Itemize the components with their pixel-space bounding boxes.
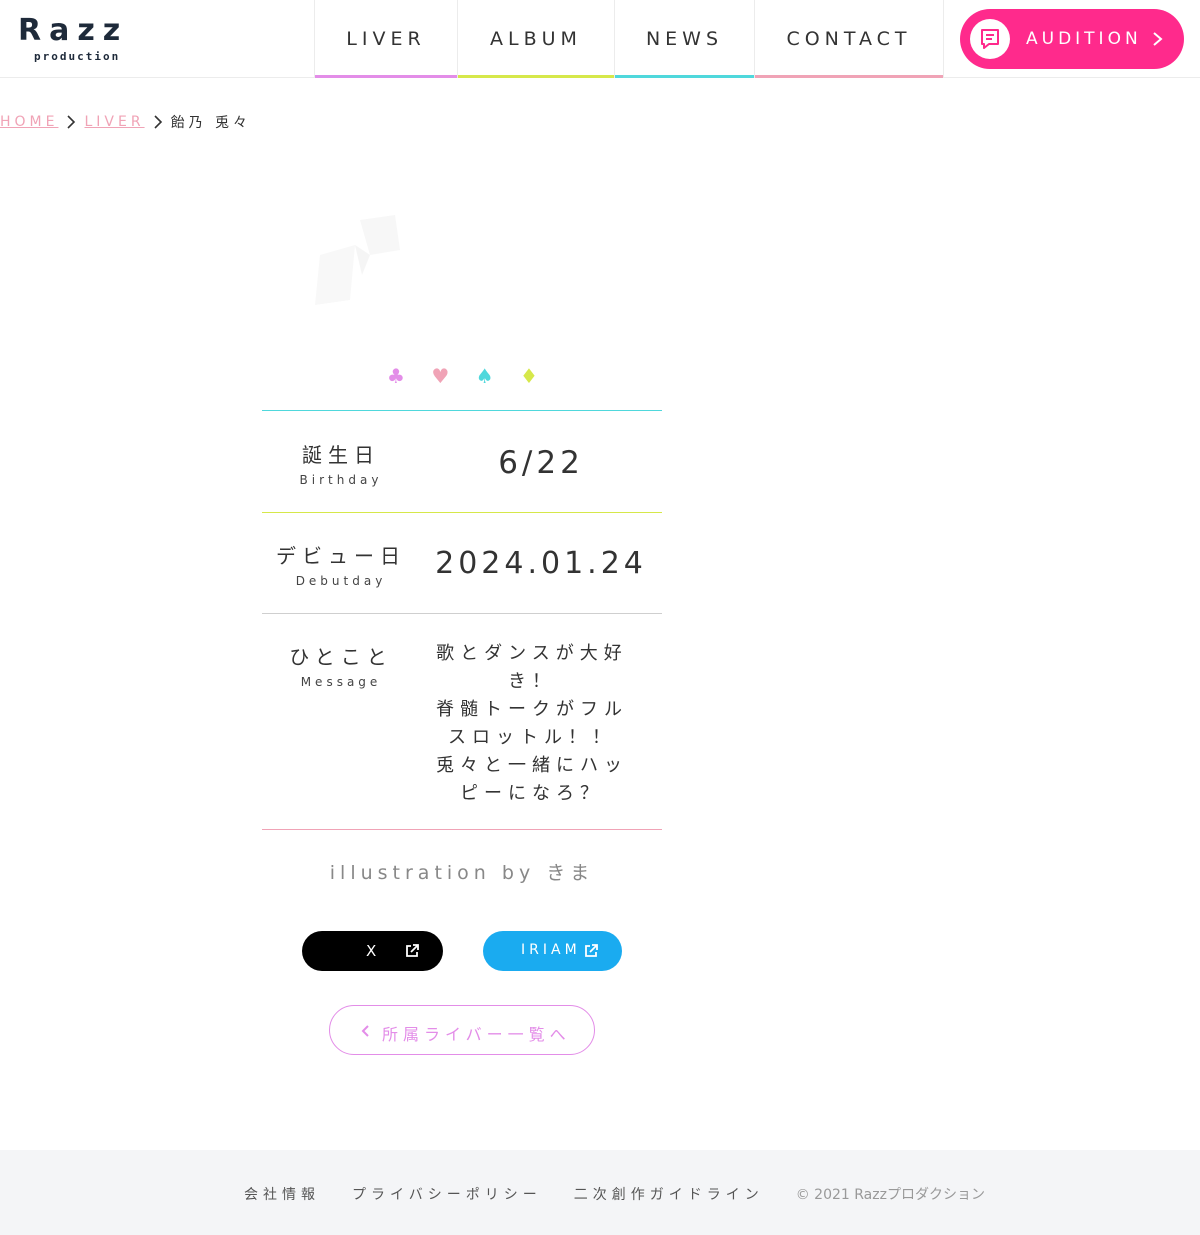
nav-contact[interactable]: CONTACT [755,0,944,78]
main-nav: LIVER ALBUM NEWS CONTACT [314,0,944,78]
debut-value: 2024.01.24 [435,546,647,581]
external-link-icon [585,944,598,957]
breadcrumb: HOME LIVER 飴乃 兎々 [0,112,251,132]
back-to-liver-list-button[interactable]: 所属ライバー一覧へ [329,1005,595,1055]
breadcrumb-liver[interactable]: LIVER [84,114,144,130]
club-icon: ♣ [387,364,405,388]
profile-table: 誕生日 Birthday 6/22 デビュー日 Debutday 2024.01… [262,410,662,830]
diamond-icon: ♦ [520,364,538,388]
chevron-right-icon [154,115,162,129]
illustration-credit: illustration by きま [329,862,595,884]
iriam-link-button[interactable]: IRIAM [483,931,622,971]
logo-subtext: production [34,50,121,63]
footer-links: 会社情報 プライバシーポリシー 二次創作ガイドライン © 2021 Razzプロ… [244,1184,985,1204]
message-value: 歌とダンスが大好き！ 脊髄トークがフルスロットル！！ 兎々と一緒にハッピーになろ… [436,643,628,804]
back-button-label: 所属ライバー一覧へ [382,1025,571,1044]
nav-news[interactable]: NEWS [615,0,755,78]
nav-liver[interactable]: LIVER [315,0,458,78]
razz-logo[interactable]: Razz production [18,14,136,66]
nav-album[interactable]: ALBUM [458,0,615,78]
message-label: ひとこと [289,645,393,669]
birthday-label: 誕生日 [302,443,380,467]
logo-text: Razz [18,13,129,48]
birthday-row: 誕生日 Birthday 6/22 [262,410,662,512]
suit-decoration: ♣ ♥ ♠ ♦ [380,362,545,390]
iriam-label: IRIAM [521,942,581,958]
spade-icon: ♠ [475,364,494,388]
footer-link-privacy[interactable]: プライバシーポリシー [352,1184,542,1204]
audition-label: AUDITION [1026,29,1142,49]
debut-row: デビュー日 Debutday 2024.01.24 [262,512,662,613]
message-row: ひとこと Message 歌とダンスが大好き！ 脊髄トークがフルスロットル！！ … [262,613,662,830]
external-link-icon [406,944,419,957]
breadcrumb-current: 飴乃 兎々 [170,115,252,131]
chevron-right-icon [67,115,76,129]
heart-icon: ♥ [431,364,450,388]
birthday-value: 6/22 [498,445,584,481]
liver-portrait-image [315,215,400,305]
chevron-right-icon [1153,32,1163,46]
footer-link-company[interactable]: 会社情報 [244,1184,320,1204]
audition-button[interactable]: AUDITION [960,9,1184,69]
chat-icon [970,19,1010,59]
chevron-left-icon [361,1025,369,1037]
birthday-label-en: Birthday [299,473,383,487]
site-header: Razz production LIVER ALBUM NEWS CONTACT… [0,0,1200,78]
message-label-en: Message [300,675,382,689]
footer-link-guideline[interactable]: 二次創作ガイドライン [574,1184,764,1204]
x-link-button[interactable]: X [302,931,443,971]
site-footer: 会社情報 プライバシーポリシー 二次創作ガイドライン © 2021 Razzプロ… [0,1150,1200,1235]
copyright: © 2021 Razzプロダクション [795,1187,985,1203]
x-label: X [366,942,377,960]
debut-label-en: Debutday [295,574,387,588]
debut-label: デビュー日 [276,544,406,568]
breadcrumb-home[interactable]: HOME [0,114,58,130]
